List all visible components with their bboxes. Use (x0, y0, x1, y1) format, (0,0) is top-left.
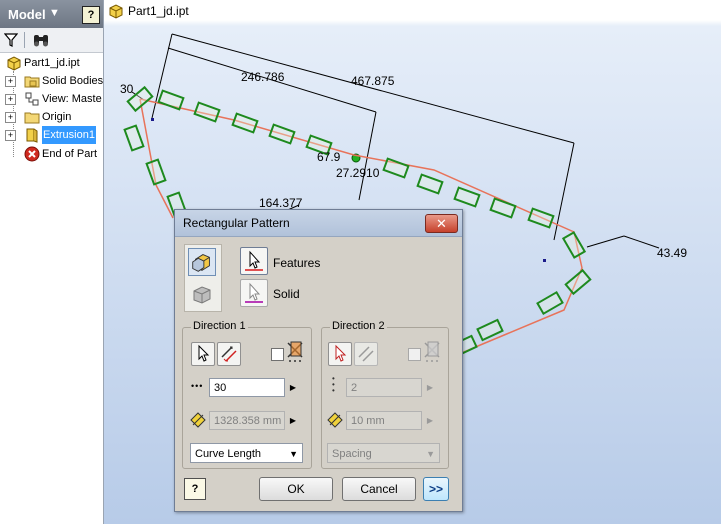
help-button[interactable]: ? (184, 478, 206, 500)
cursor-select-icon (335, 344, 347, 362)
direction2-midplane-checkbox[interactable] (408, 348, 421, 361)
sketch-point (151, 118, 154, 121)
direction2-count-input[interactable]: 2 (346, 378, 422, 397)
tree-item-label: Part1_jd.ipt (24, 57, 80, 69)
document-tab[interactable]: Part1_jd.ipt (104, 0, 721, 22)
rectangular-pattern-dialog: Rectangular Pattern ✕ Features Solid Dir… (174, 209, 463, 512)
tree-item-part[interactable]: Part1_jd.ipt (0, 54, 103, 72)
tree-item-origin[interactable]: + Origin (0, 108, 103, 126)
features-select-button[interactable] (240, 247, 268, 275)
dialog-titlebar[interactable]: Rectangular Pattern ✕ (175, 210, 462, 237)
length-icon (327, 412, 343, 428)
direction2-length-arrow-icon[interactable]: ▶ (424, 411, 436, 430)
direction1-length-input[interactable]: 1328.358 mm (209, 411, 285, 430)
direction1-flip-button[interactable] (217, 342, 241, 366)
browser-help-button[interactable]: ? (82, 6, 100, 24)
tree-item-solid-bodies[interactable]: + Solid Bodies (0, 72, 103, 90)
expand-icon[interactable]: + (5, 76, 16, 87)
solid-select-button[interactable] (240, 279, 268, 307)
pattern-features-mode-icon[interactable] (188, 248, 216, 276)
count-vertical-icon: • • • (332, 374, 335, 395)
midplane-icon[interactable] (285, 340, 305, 364)
direction1-title: Direction 1 (191, 320, 248, 332)
ok-button[interactable]: OK (259, 477, 333, 501)
dimension-label[interactable]: 30 (120, 82, 133, 96)
dimension-label[interactable]: 467.875 (351, 74, 394, 88)
tree-item-label: Origin (42, 111, 72, 123)
pattern-type-panel (184, 244, 222, 312)
direction2-title: Direction 2 (330, 320, 387, 332)
direction1-path-select-button[interactable] (191, 342, 215, 366)
dimension-label[interactable]: 43.49 (657, 246, 687, 260)
sketch-point (543, 259, 546, 262)
extrusion-icon (26, 128, 38, 143)
end-of-part-icon (24, 146, 40, 162)
direction1-count-input[interactable]: 30 (209, 378, 285, 397)
chevron-down-icon: ▼ (426, 449, 435, 459)
dimension-label[interactable]: 246.786 (241, 70, 284, 84)
direction2-count-arrow-icon[interactable]: ▶ (424, 378, 436, 397)
direction1-length-arrow-icon[interactable]: ▶ (287, 411, 299, 430)
toolbar-separator (24, 32, 25, 48)
dimension-label[interactable]: 27.2910 (336, 166, 379, 180)
cursor-select-icon (198, 344, 210, 362)
document-tab-label: Part1_jd.ipt (128, 4, 189, 18)
tree-item-end-of-part[interactable]: End of Part (0, 145, 103, 163)
view-rep-icon (25, 92, 39, 106)
cursor-select-icon (245, 250, 263, 271)
tree-item-label: Solid Bodies (42, 75, 103, 87)
pattern-solid-mode-icon[interactable] (188, 280, 216, 308)
browser-menu-arrow-icon[interactable]: ▼ (49, 7, 60, 19)
folder-icon (24, 76, 40, 88)
binoculars-icon[interactable] (32, 32, 50, 48)
direction2-length-input[interactable]: 10 mm (346, 411, 422, 430)
flip-direction-icon (221, 346, 237, 362)
direction2-group: Direction 2 • • • 2 ▶ 10 mm ▶ Spacing ▼ (321, 320, 449, 469)
part-icon (109, 4, 123, 19)
chevron-down-icon: ▼ (289, 449, 298, 459)
direction2-method-select[interactable]: Spacing ▼ (327, 443, 440, 463)
expand-icon[interactable]: + (5, 130, 16, 141)
filter-icon[interactable] (4, 32, 18, 48)
direction1-method-value: Curve Length (195, 448, 262, 460)
tree-item-view[interactable]: + View: Maste (0, 90, 103, 108)
dialog-title: Rectangular Pattern (183, 216, 290, 230)
browser-title[interactable]: Model (8, 7, 46, 22)
tree-item-label: View: Maste (42, 93, 102, 105)
flip-direction-icon (358, 346, 374, 362)
expand-icon[interactable]: + (5, 94, 16, 105)
more-button[interactable]: >> (423, 477, 449, 501)
cancel-button[interactable]: Cancel (342, 477, 416, 501)
tree-item-extrusion1[interactable]: + Extrusion1 (0, 126, 103, 144)
close-button[interactable]: ✕ (425, 214, 458, 233)
direction2-method-value: Spacing (332, 448, 372, 460)
direction1-midplane-checkbox[interactable] (271, 348, 284, 361)
expand-icon[interactable]: + (5, 112, 16, 123)
direction2-path-select-button[interactable] (328, 342, 352, 366)
direction1-method-select[interactable]: Curve Length ▼ (190, 443, 303, 463)
cursor-select-icon (245, 282, 263, 303)
browser-header: Model ▼ ? (0, 0, 103, 28)
dimension-label[interactable]: 164.377 (259, 196, 302, 210)
close-icon: ✕ (436, 216, 447, 231)
part-icon (7, 56, 21, 71)
direction2-flip-button[interactable] (354, 342, 378, 366)
midplane-icon[interactable] (422, 340, 442, 364)
model-browser: Model ▼ ? Part1_jd.ipt + Solid Bodies + … (0, 0, 104, 524)
folder-icon (24, 112, 40, 124)
solid-label: Solid (273, 287, 300, 301)
browser-toolbar (0, 28, 103, 53)
direction1-group: Direction 1 ••• 30 ▶ 1328.358 mm ▶ Curve… (182, 320, 312, 469)
length-icon (190, 412, 206, 428)
tree-item-label: Extrusion1 (42, 126, 96, 144)
dimension-label[interactable]: 67.9 (317, 150, 340, 164)
direction1-count-arrow-icon[interactable]: ▶ (287, 378, 299, 397)
count-icon: ••• (191, 381, 204, 391)
features-label: Features (273, 256, 321, 270)
tree-item-label: End of Part (42, 148, 98, 160)
